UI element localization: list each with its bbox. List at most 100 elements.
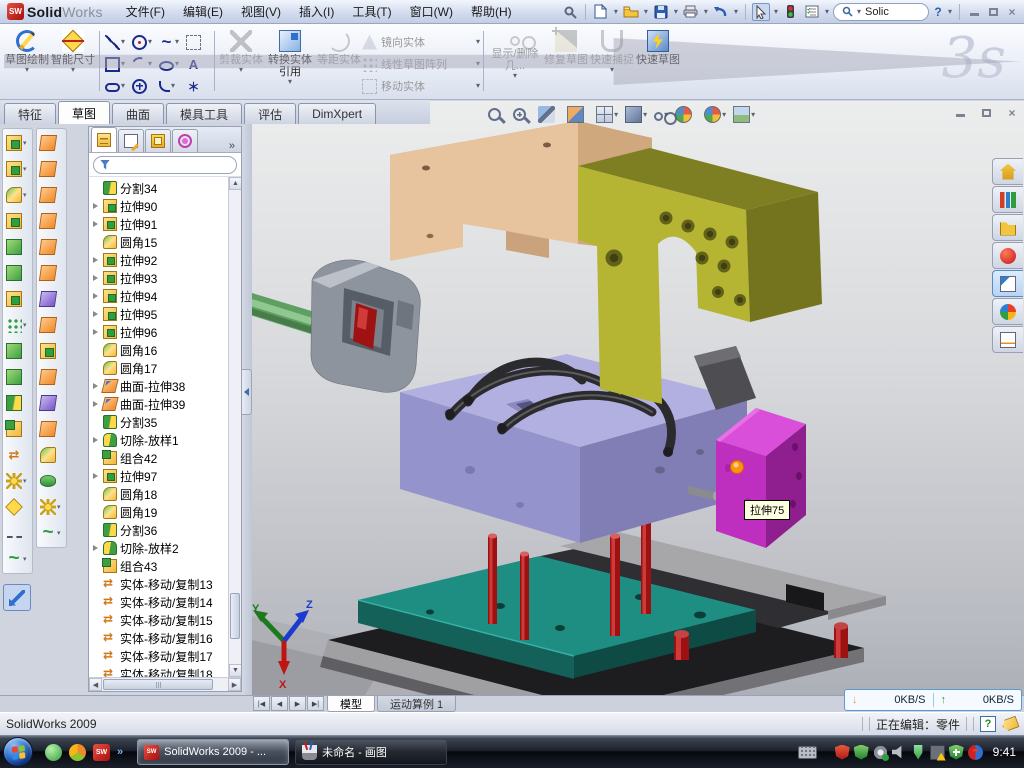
solidworks-forum-tab[interactable] (992, 242, 1023, 269)
feature-tree-item[interactable]: 实体-移动/复制15 (89, 611, 229, 629)
scroll-left-arrow[interactable]: ◀ (89, 678, 102, 691)
expand-arrow-icon[interactable] (91, 382, 100, 391)
previous-view-icon[interactable]: ▾ (538, 106, 560, 123)
security-alert-tray-icon[interactable] (835, 745, 850, 760)
lofted-boss-icon[interactable]: ▾ (6, 238, 29, 256)
feature-tree-item[interactable]: 切除-放样2 (89, 539, 229, 557)
scroll-right-arrow[interactable]: ▶ (228, 678, 241, 691)
print-icon[interactable] (682, 3, 700, 21)
expand-arrow-icon[interactable] (91, 418, 100, 427)
next-tab-button[interactable]: ▶ (289, 696, 306, 711)
file-explorer-tab[interactable] (992, 214, 1023, 241)
input-method-keyboard-icon[interactable] (798, 746, 817, 759)
line-icon[interactable]: ▾ (103, 31, 130, 53)
property-manager-tab[interactable] (118, 129, 144, 152)
feature-tree-item[interactable]: 实体-移动/复制16 (89, 629, 229, 647)
apply-scene-icon[interactable]: ▾ (704, 106, 726, 123)
revolved-boss-icon[interactable]: ▾ (6, 160, 29, 178)
expand-arrow-icon[interactable] (91, 238, 100, 247)
section-view-icon[interactable]: ▾ (567, 106, 589, 123)
dome-icon[interactable]: ▾ (40, 472, 63, 490)
part-nozzle-assembly[interactable] (252, 260, 420, 392)
pin-icon[interactable] (561, 3, 579, 21)
scroll-thumb[interactable] (230, 593, 240, 639)
browser-quicklaunch-icon[interactable] (69, 744, 86, 761)
dropdown-caret[interactable]: ▾ (825, 7, 829, 16)
feature-tree-item[interactable]: 分割36 (89, 521, 229, 539)
menu-item[interactable]: 视图(V) (232, 0, 290, 23)
expand-arrow-icon[interactable] (91, 292, 100, 301)
point-icon[interactable]: ▾ (184, 75, 211, 97)
dropdown-caret[interactable]: ▾ (774, 7, 778, 16)
panel-overflow-button[interactable]: » (225, 140, 239, 152)
tag-icon[interactable] (1000, 716, 1019, 733)
revolved-surface-icon[interactable]: ▾ (40, 160, 63, 178)
open-file-icon[interactable] (622, 3, 640, 21)
feature-tree-item[interactable]: 拉伸97 (89, 467, 229, 485)
feature-manager-tab[interactable] (91, 127, 117, 152)
feature-tree-item[interactable]: 圆角18 (89, 485, 229, 503)
feature-tree-item[interactable]: 拉伸93 (89, 269, 229, 287)
close-button[interactable]: × (1004, 5, 1020, 19)
expand-arrow-icon[interactable] (91, 652, 100, 661)
extruded-cut-icon[interactable]: ▾ (6, 264, 29, 282)
design-library-tab[interactable] (992, 186, 1023, 213)
messenger-tray-icon[interactable] (968, 745, 983, 760)
dropdown-caret[interactable]: ▾ (674, 7, 678, 16)
swept-boss-icon[interactable]: ▾ (6, 212, 29, 230)
feature-tree-item[interactable]: 切除-放样1 (89, 431, 229, 449)
view-settings-icon[interactable]: ▾ (733, 106, 755, 123)
circle-icon[interactable]: ▾ (130, 31, 157, 53)
save-icon[interactable] (652, 3, 670, 21)
document-tab[interactable]: 运动算例 1 (377, 696, 456, 712)
panel-splitter[interactable] (242, 101, 252, 695)
extruded-boss-icon[interactable]: ▾ (6, 134, 29, 152)
hole-wizard-icon[interactable]: ▾ (6, 290, 29, 308)
expand-arrow-icon[interactable] (91, 670, 100, 678)
move-body-icon[interactable]: ▾ (6, 446, 29, 464)
expand-arrow-icon[interactable] (91, 616, 100, 625)
menu-item[interactable]: 编辑(E) (174, 0, 232, 23)
linear-pattern-icon[interactable]: ▾ (6, 316, 29, 334)
expand-arrow-icon[interactable] (91, 202, 100, 211)
feature-tree-item[interactable]: 曲面-拉伸39 (89, 395, 229, 413)
feature-tree-item[interactable]: 拉伸96 (89, 323, 229, 341)
selection-box-icon[interactable]: ▾ (184, 31, 211, 53)
restore-button[interactable] (985, 5, 1001, 19)
reference-geometry-2-icon[interactable]: ▾ (40, 498, 63, 516)
boundary-surface-icon[interactable]: ▾ (40, 238, 63, 256)
viewport-3d-model[interactable]: Y Z X (252, 101, 1024, 695)
reference-geometry-icon[interactable]: ▾ (6, 472, 29, 490)
lofted-surface-icon[interactable]: ▾ (40, 212, 63, 230)
feature-tree-item[interactable]: 组合42 (89, 449, 229, 467)
antivirus-tray-icon[interactable] (854, 745, 869, 760)
doc-close-button[interactable]: × (1004, 106, 1020, 120)
edit-appearance-icon[interactable]: ▾ (675, 106, 697, 123)
menu-item[interactable]: 文件(F) (117, 0, 174, 23)
expand-arrow-icon[interactable] (91, 220, 100, 229)
document-tab[interactable]: 模型 (327, 696, 375, 712)
appearances-tab[interactable] (992, 298, 1023, 325)
feature-tree-item[interactable]: 拉伸95 (89, 305, 229, 323)
part-cavity-block[interactable] (400, 354, 747, 543)
expand-arrow-icon[interactable] (91, 274, 100, 283)
feature-tree-item[interactable]: 曲面-拉伸38 (89, 377, 229, 395)
feature-tree-item[interactable]: 分割34 (89, 179, 229, 197)
expand-arrow-icon[interactable] (91, 580, 100, 589)
spline-icon[interactable]: ▾ (157, 31, 184, 53)
taskbar-button-paint[interactable]: 未命名 - 画图 (295, 739, 447, 765)
extend-surface-icon[interactable]: ▾ (40, 394, 63, 412)
expand-arrow-icon[interactable] (91, 544, 100, 553)
minimize-button[interactable] (966, 5, 982, 19)
knit-surface-icon[interactable]: ▾ (40, 316, 63, 334)
polygon-icon[interactable]: ▾ (130, 75, 157, 97)
slot-icon[interactable]: ▾ (103, 75, 130, 97)
ribbon-tab[interactable]: 评估 (244, 103, 296, 124)
dropdown-caret[interactable]: ▾ (704, 7, 708, 16)
feature-tree-item[interactable]: 组合43 (89, 557, 229, 575)
expand-arrow-icon[interactable] (91, 562, 100, 571)
network-warning-tray-icon[interactable] (930, 745, 945, 760)
configuration-manager-tab[interactable] (145, 129, 171, 152)
first-tab-button[interactable]: |◀ (253, 696, 270, 711)
quick-tips-button[interactable]: ? (980, 716, 996, 732)
